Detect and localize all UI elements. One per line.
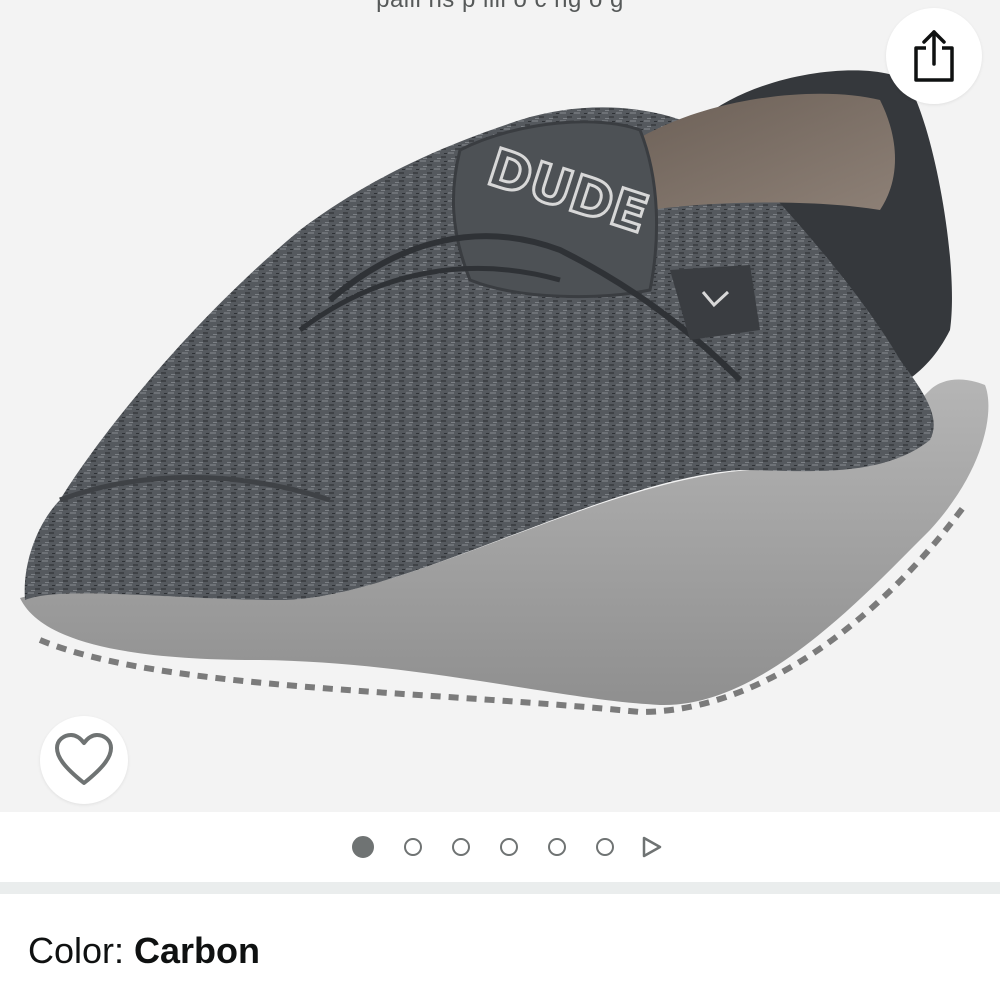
pagination-dot-5[interactable] <box>548 838 566 856</box>
share-button[interactable] <box>886 8 982 104</box>
product-image-gallery[interactable]: palli ns p illl o c ng o g <box>0 0 1000 812</box>
pagination-dot-3[interactable] <box>452 838 470 856</box>
shoe-lining <box>620 93 895 210</box>
pagination-dot-6[interactable] <box>596 838 614 856</box>
pagination-dot-1[interactable] <box>352 836 374 858</box>
pagination-dot-4[interactable] <box>500 838 518 856</box>
product-image[interactable]: DUDE <box>0 0 1000 812</box>
share-icon <box>914 30 954 82</box>
color-label: Color: <box>28 930 135 971</box>
heart-icon <box>55 733 113 785</box>
color-value: Carbon <box>134 930 261 971</box>
pagination-dot-2[interactable] <box>404 838 422 856</box>
wishlist-button[interactable] <box>40 716 128 804</box>
video-play-button[interactable] <box>641 835 663 859</box>
image-pagination <box>0 812 1000 882</box>
play-arrow-icon <box>642 836 662 858</box>
section-divider <box>0 882 1000 894</box>
color-selection-label: Color: Carbon <box>28 928 260 974</box>
